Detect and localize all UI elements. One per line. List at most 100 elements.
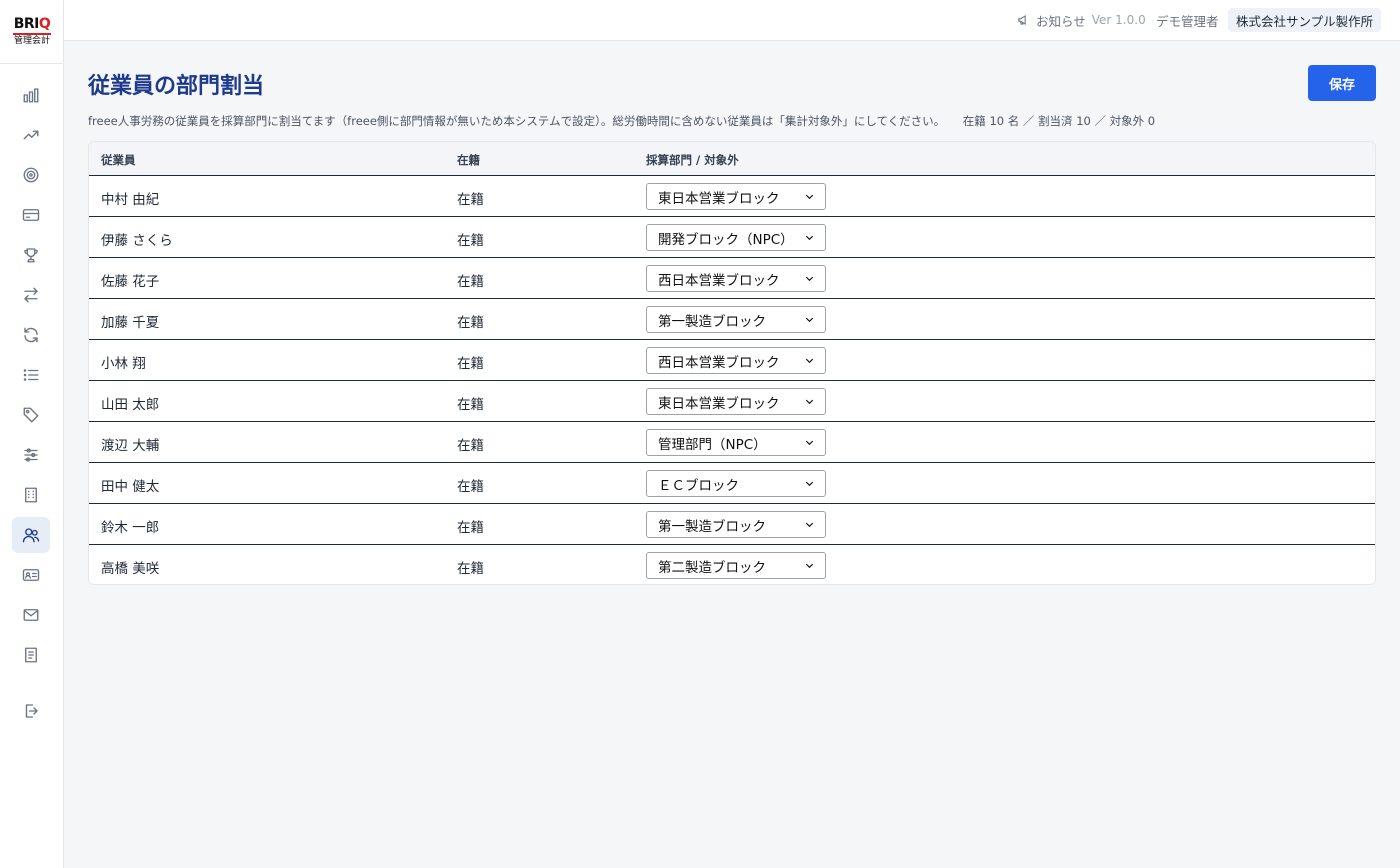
megaphone-icon bbox=[1018, 14, 1026, 26]
department-select-value: 開発ブロック（NPC） bbox=[658, 231, 794, 248]
nav-targets[interactable] bbox=[12, 157, 50, 193]
chart-bar-icon bbox=[23, 88, 39, 103]
nav-employees[interactable] bbox=[12, 517, 50, 553]
tag-icon bbox=[23, 407, 39, 423]
logout-button[interactable] bbox=[12, 693, 50, 729]
notice-label: お知らせ bbox=[1036, 13, 1086, 29]
mail-icon bbox=[23, 609, 39, 621]
employee-name: 佐藤 花子 bbox=[101, 274, 160, 290]
transfer-icon bbox=[24, 287, 38, 303]
nav-trends[interactable] bbox=[12, 117, 50, 153]
department-select-value: 第一製造ブロック bbox=[658, 518, 766, 535]
nav-transfers[interactable] bbox=[12, 277, 50, 313]
department-select[interactable]: ＥＣブロック bbox=[646, 470, 826, 497]
sidebar: BRIQ 管理会計 bbox=[0, 0, 64, 868]
chevron-down-icon bbox=[805, 399, 814, 405]
table-row: 小林 翔 在籍 西日本営業ブロック bbox=[89, 340, 1375, 381]
user-name[interactable]: デモ管理者 bbox=[1156, 11, 1219, 30]
nav-list[interactable] bbox=[12, 357, 50, 393]
sliders-icon bbox=[24, 448, 38, 462]
employment-status: 在籍 bbox=[457, 233, 484, 249]
logo-subtitle: 管理会計 bbox=[13, 36, 50, 46]
nav-sync[interactable] bbox=[12, 317, 50, 353]
chevron-down-icon bbox=[805, 317, 814, 323]
employee-name: 田中 健太 bbox=[101, 479, 160, 495]
department-select-value: ＥＣブロック bbox=[658, 477, 739, 494]
table-row: 山田 太郎 在籍 東日本営業ブロック bbox=[89, 381, 1375, 422]
employment-status: 在籍 bbox=[457, 356, 484, 372]
table-row: 高橋 美咲 在籍 第二製造ブロック bbox=[89, 545, 1375, 584]
table-row: 加藤 千夏 在籍 第一製造ブロック bbox=[89, 299, 1375, 340]
logout-icon bbox=[25, 704, 38, 718]
department-select[interactable]: 西日本営業ブロック bbox=[646, 265, 826, 292]
company-selector[interactable]: 株式会社サンプル製作所 bbox=[1228, 8, 1382, 32]
chevron-down-icon bbox=[805, 440, 814, 446]
nav-analytics[interactable] bbox=[12, 77, 50, 113]
nav-settings[interactable] bbox=[12, 437, 50, 473]
notice-link[interactable]: お知らせ Ver 1.0.0 bbox=[1017, 11, 1146, 29]
employment-status: 在籍 bbox=[457, 274, 484, 290]
nav-awards[interactable] bbox=[12, 237, 50, 273]
building-icon bbox=[25, 487, 37, 503]
employee-name: 加藤 千夏 bbox=[101, 315, 160, 331]
nav-reports[interactable] bbox=[12, 637, 50, 673]
table-row: 鈴木 一郎 在籍 第一製造ブロック bbox=[89, 504, 1375, 545]
employee-name: 小林 翔 bbox=[101, 356, 146, 372]
department-select-value: 東日本営業ブロック bbox=[658, 190, 780, 207]
department-select[interactable]: 西日本営業ブロック bbox=[646, 347, 826, 374]
chevron-down-icon bbox=[805, 522, 814, 528]
department-select-value: 第一製造ブロック bbox=[658, 313, 766, 330]
employment-status: 在籍 bbox=[457, 479, 484, 495]
department-select-value: 西日本営業ブロック bbox=[658, 272, 780, 289]
nav-tags[interactable] bbox=[12, 397, 50, 433]
trophy-icon bbox=[24, 248, 38, 263]
chevron-down-icon bbox=[805, 276, 814, 282]
employee-name: 伊藤 さくら bbox=[101, 233, 173, 249]
top-bar: お知らせ Ver 1.0.0 デモ管理者 株式会社サンプル製作所 bbox=[64, 0, 1400, 41]
department-select[interactable]: 東日本営業ブロック bbox=[646, 183, 826, 210]
nav-mail[interactable] bbox=[12, 597, 50, 633]
employee-counts: 在籍 10 名 ／ 割当済 10 ／ 対象外 0 bbox=[962, 114, 1156, 128]
department-select[interactable]: 第二製造ブロック bbox=[646, 552, 826, 579]
column-header-status: 在籍 bbox=[457, 153, 480, 167]
description-text: freee人事労務の従業員を採算部門に割当てます（freee側に部門情報が無いた… bbox=[88, 114, 946, 128]
nav-departments[interactable] bbox=[12, 477, 50, 513]
department-select[interactable]: 開発ブロック（NPC） bbox=[646, 224, 826, 251]
target-icon bbox=[23, 167, 39, 183]
logo-divider bbox=[13, 33, 51, 35]
employee-name: 渡辺 大輔 bbox=[101, 438, 160, 454]
page-title: 従業員の部門割当 bbox=[88, 74, 265, 99]
department-select-value: 西日本営業ブロック bbox=[658, 354, 780, 371]
column-header-employee: 従業員 bbox=[101, 153, 136, 167]
employment-status: 在籍 bbox=[457, 520, 484, 536]
users-icon bbox=[22, 528, 40, 543]
nav-staff-cards[interactable] bbox=[12, 557, 50, 593]
list-icon bbox=[23, 369, 39, 381]
employee-name: 高橋 美咲 bbox=[101, 561, 160, 577]
employee-name: 鈴木 一郎 bbox=[101, 520, 160, 536]
employee-name: 中村 由紀 bbox=[101, 192, 160, 208]
table-row: 伊藤 さくら 在籍 開発ブロック（NPC） bbox=[89, 217, 1375, 258]
department-select[interactable]: 第一製造ブロック bbox=[646, 306, 826, 333]
department-select[interactable]: 第一製造ブロック bbox=[646, 511, 826, 538]
department-select[interactable]: 管理部門（NPC） bbox=[646, 429, 826, 456]
save-button[interactable]: 保存 bbox=[1308, 65, 1376, 101]
employee-table: 従業員 在籍 採算部門 / 対象外 中村 由紀 在籍 東日本営業ブロック 伊藤 さくら… bbox=[88, 141, 1376, 585]
employment-status: 在籍 bbox=[457, 561, 484, 577]
app-version: Ver 1.0.0 bbox=[1091, 13, 1146, 27]
table-row: 佐藤 花子 在籍 西日本営業ブロック bbox=[89, 258, 1375, 299]
nav-payments[interactable] bbox=[12, 197, 50, 233]
table-row: 渡辺 大輔 在籍 管理部門（NPC） bbox=[89, 422, 1375, 463]
department-select[interactable]: 東日本営業ブロック bbox=[646, 388, 826, 415]
page-description: freee人事労務の従業員を採算部門に割当てます（freee側に部門情報が無いた… bbox=[88, 113, 1155, 129]
column-header-department: 採算部門 / 対象外 bbox=[646, 153, 739, 167]
employment-status: 在籍 bbox=[457, 438, 484, 454]
credit-card-icon bbox=[22, 209, 40, 221]
app-logo[interactable]: BRIQ 管理会計 bbox=[0, 0, 64, 64]
chevron-down-icon bbox=[805, 563, 814, 569]
receipt-icon bbox=[25, 647, 37, 663]
chevron-down-icon bbox=[805, 194, 814, 200]
trending-up-icon bbox=[23, 130, 39, 140]
employment-status: 在籍 bbox=[457, 192, 484, 208]
refresh-icon bbox=[24, 327, 38, 343]
